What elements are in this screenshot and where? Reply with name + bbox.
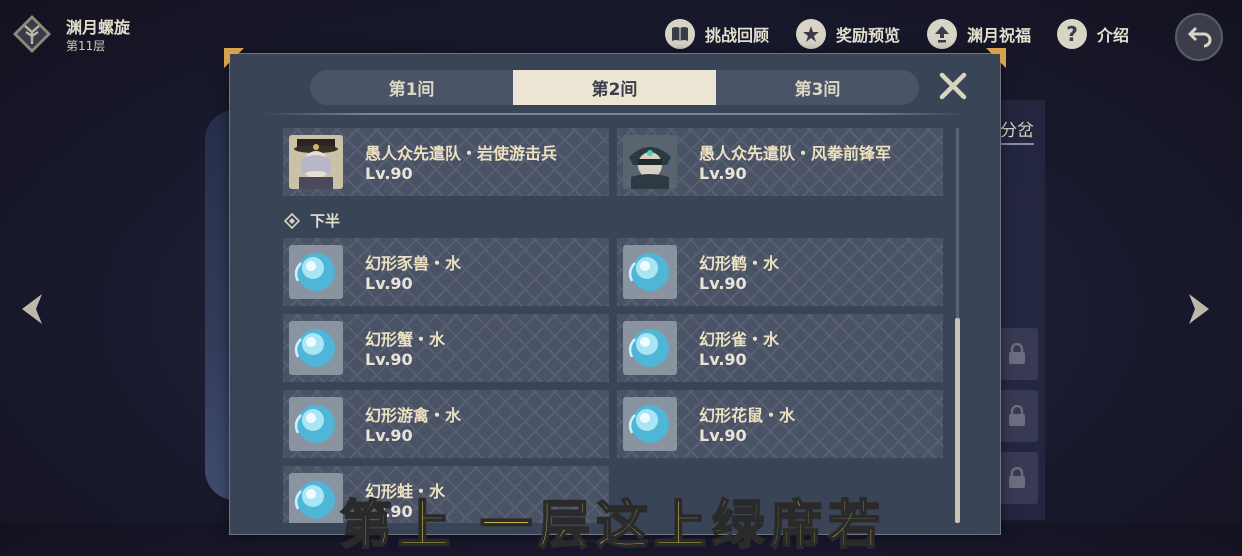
previous-floor-arrow[interactable]: [18, 292, 44, 326]
tab-chamber-2[interactable]: 第2间: [513, 70, 716, 105]
enemy-list[interactable]: 愚人众先遣队・岩使游击兵 Lv.90 愚人众先遣队・风拳前锋军 Lv.90 下半…: [229, 120, 999, 523]
enemy-level: Lv.90: [699, 164, 747, 183]
hydro-mimic-portrait: [623, 321, 677, 375]
tab-divider: [262, 113, 966, 115]
enemy-level: Lv.90: [365, 274, 413, 293]
hydro-mimic-portrait: [623, 397, 677, 451]
lock-icon: [996, 390, 1038, 442]
enemy-name: 幻形雀・水: [699, 330, 780, 349]
tab-chamber-1[interactable]: 第1间: [310, 70, 513, 105]
star-badge-icon: [796, 19, 826, 49]
reward-preview-button[interactable]: 奖励预览: [796, 18, 900, 50]
chamber-tabs: 第1间 第2间 第3间: [310, 70, 919, 105]
enemy-card[interactable]: 愚人众先遣队・岩使游击兵 Lv.90: [283, 128, 609, 196]
enemy-name: 幻形鹤・水: [699, 254, 780, 273]
panel-corner-ornament: [986, 48, 1006, 68]
enemy-level: Lv.90: [365, 350, 413, 369]
enemy-card[interactable]: 幻形豕兽・水 Lv.90: [283, 238, 609, 306]
enemy-level: Lv.90: [365, 426, 413, 445]
lower-half-header: 下半: [284, 210, 340, 231]
enemy-card[interactable]: 幻形游禽・水 Lv.90: [283, 390, 609, 458]
abyss-blessing-button[interactable]: 渊月祝福: [927, 18, 1031, 50]
hydro-mimic-portrait: [289, 397, 343, 451]
lower-half-label: 下半: [310, 212, 341, 230]
enemy-level: Lv.90: [699, 350, 747, 369]
enemy-level: Lv.90: [365, 164, 413, 183]
next-floor-arrow[interactable]: [1187, 292, 1213, 326]
introduction-button[interactable]: ? 介绍: [1057, 18, 1129, 50]
enemy-card[interactable]: 幻形雀・水 Lv.90: [617, 314, 943, 382]
help-icon: ?: [1057, 19, 1087, 49]
panel-corner-ornament: [224, 48, 244, 68]
lock-icon: [996, 328, 1038, 380]
enemy-name: 幻形豕兽・水: [365, 254, 462, 273]
hydro-mimic-portrait: [289, 245, 343, 299]
scrollbar-thumb[interactable]: [955, 318, 960, 523]
enemy-name: 愚人众先遣队・风拳前锋军: [699, 144, 892, 163]
enemy-name: 幻形花鼠・水: [699, 406, 796, 425]
enemy-card[interactable]: 愚人众先遣队・风拳前锋军 Lv.90: [617, 128, 943, 196]
enemy-level: Lv.90: [699, 274, 747, 293]
enemy-card[interactable]: 幻形蟹・水 Lv.90: [283, 314, 609, 382]
hydro-mimic-portrait: [623, 245, 677, 299]
enemy-name: 幻形游禽・水: [365, 406, 462, 425]
back-button[interactable]: [1175, 13, 1223, 61]
challenge-review-button[interactable]: 挑战回顾: [665, 18, 769, 50]
enemy-card[interactable]: 幻形鹤・水 Lv.90: [617, 238, 943, 306]
floor-number: 第11层: [66, 39, 106, 53]
background-branch-label: 分岔: [1000, 116, 1034, 145]
enemy-name: 愚人众先遣队・岩使游击兵: [365, 144, 558, 163]
close-icon[interactable]: [938, 71, 968, 101]
challenge-review-label: 挑战回顾: [705, 26, 770, 45]
tab-chamber-3[interactable]: 第3间: [716, 70, 919, 105]
rock-skirmisher-portrait: [289, 135, 343, 189]
introduction-label: 介绍: [1097, 26, 1130, 45]
upgrade-arrow-icon: [927, 19, 957, 49]
hydro-mimic-portrait: [289, 321, 343, 375]
abyss-title: 渊月螺旋: [66, 18, 131, 37]
enemy-level: Lv.90: [699, 426, 747, 445]
abyss-tree-icon: [13, 15, 51, 53]
reward-preview-label: 奖励预览: [836, 26, 901, 45]
hydro-mimic-portrait: [289, 473, 343, 523]
lock-icon: [996, 452, 1038, 504]
abyss-blessing-label: 渊月祝福: [967, 26, 1032, 45]
enemy-name: 幻形蟹・水: [365, 330, 446, 349]
enemy-card[interactable]: 幻形花鼠・水 Lv.90: [617, 390, 943, 458]
book-icon: [665, 19, 695, 49]
anemo-vanguard-portrait: [623, 135, 677, 189]
video-caption-overlay: 第上 一层这上绿席若: [339, 496, 887, 556]
diamond-bullet-icon: [284, 212, 300, 229]
back-arrow-icon: [1187, 26, 1212, 48]
